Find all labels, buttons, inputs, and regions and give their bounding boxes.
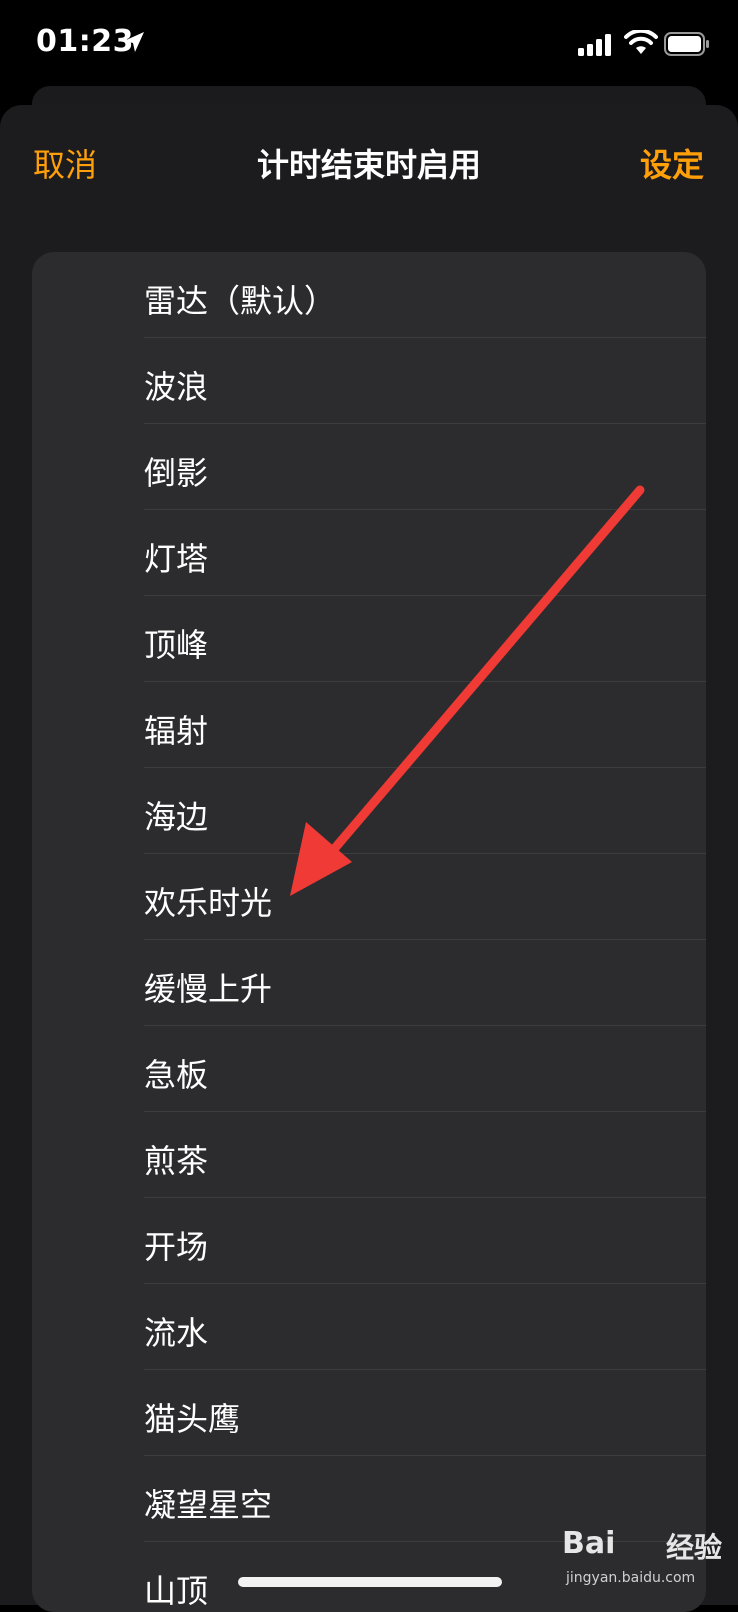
wifi-icon — [624, 30, 658, 54]
list-item-label: 猫头鹰 — [144, 1400, 241, 1438]
list-item-label: 灯塔 — [144, 540, 209, 578]
list-item[interactable]: 缓慢上升 — [32, 940, 706, 1026]
list-item[interactable]: 煎茶 — [32, 1112, 706, 1198]
cellular-signal-icon — [578, 34, 611, 56]
list-item[interactable]: 海边 — [32, 768, 706, 854]
list-item-label: 流水 — [144, 1314, 209, 1352]
list-item-label: 顶峰 — [144, 626, 209, 664]
watermark-brand: Bai — [562, 1526, 616, 1561]
list-item[interactable]: 顶峰 — [32, 596, 706, 682]
watermark-url: jingyan.baidu.com — [566, 1570, 696, 1586]
status-time: 01:23 — [36, 24, 134, 59]
list-item[interactable]: 倒影 — [32, 424, 706, 510]
list-item-label: 煎茶 — [144, 1142, 209, 1180]
list-item-label: 欢乐时光 — [144, 884, 273, 922]
list-item-label: 凝望星空 — [144, 1486, 273, 1524]
home-indicator — [238, 1577, 502, 1587]
list-item[interactable]: 开场 — [32, 1198, 706, 1284]
status-bar: 01:23 — [0, 0, 738, 90]
list-item-label: 缓慢上升 — [144, 970, 273, 1008]
list-item-label: 山顶 — [144, 1572, 209, 1610]
list-item-label: 急板 — [144, 1056, 209, 1094]
list-item-label: 海边 — [144, 798, 209, 836]
sheet-title: 计时结束时启用 — [256, 146, 481, 184]
list-item-label: 波浪 — [144, 368, 209, 406]
list-item[interactable]: 灯塔 — [32, 510, 706, 596]
list-item-label: 辐射 — [144, 712, 209, 750]
list-item[interactable]: 欢乐时光 — [32, 854, 706, 940]
set-button[interactable]: 设定 — [640, 140, 704, 186]
list-item[interactable]: 急板 — [32, 1026, 706, 1112]
list-item[interactable]: 流水 — [32, 1284, 706, 1370]
watermark-brand-cn: 经验 — [666, 1531, 723, 1564]
list-item[interactable]: 辐射 — [32, 682, 706, 768]
battery-icon — [664, 32, 709, 56]
ringtone-list: 雷达（默认） 波浪 倒影 灯塔 顶峰 辐射 海边 欢乐时光 缓慢上升 急板 煎茶… — [32, 252, 706, 1612]
list-item-label: 倒影 — [144, 454, 209, 492]
list-item[interactable]: 波浪 — [32, 338, 706, 424]
list-item-label: 雷达（默认） — [144, 282, 337, 320]
list-item-label: 开场 — [144, 1228, 209, 1266]
baidu-jingyan-watermark: Bai 经验 jingyan.baidu.com — [562, 1526, 722, 1594]
location-arrow-icon — [124, 32, 144, 52]
list-item[interactable]: 猫头鹰 — [32, 1370, 706, 1456]
list-item[interactable]: 雷达（默认） — [32, 252, 706, 338]
